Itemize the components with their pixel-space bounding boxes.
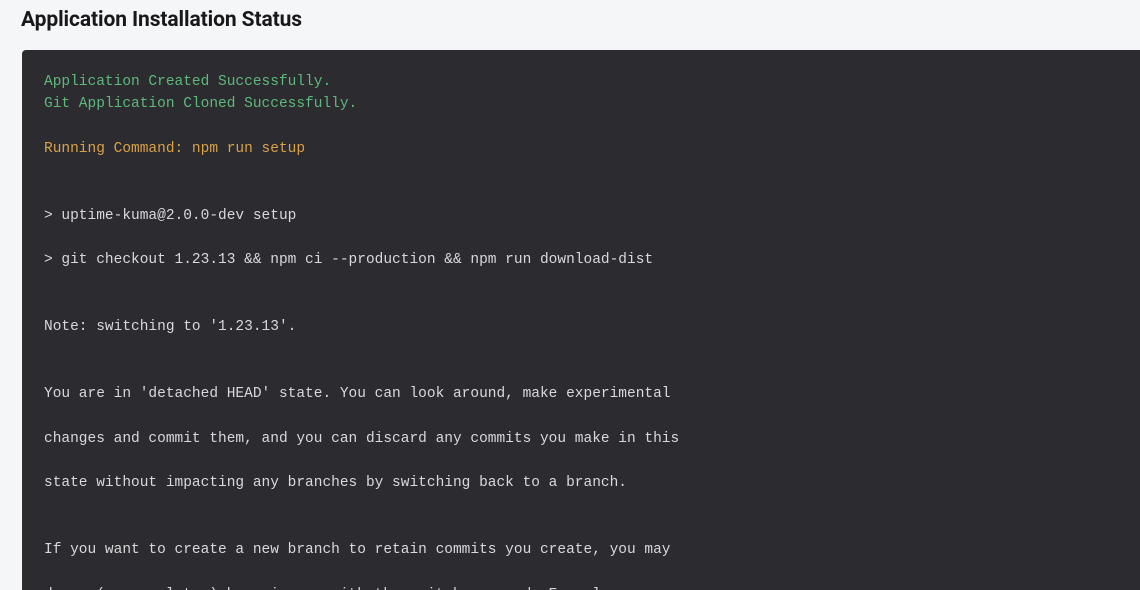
terminal-line: [44, 160, 1118, 182]
terminal-line: [44, 405, 1118, 427]
terminal-line: changes and commit them, and you can dis…: [44, 431, 679, 447]
terminal-line: Application Created Successfully.: [44, 74, 331, 90]
terminal-line: You are in 'detached HEAD' state. You ca…: [44, 386, 671, 402]
terminal-line: [44, 361, 1118, 383]
terminal-line: If you want to create a new branch to re…: [44, 542, 671, 558]
terminal-line: > git checkout 1.23.13 && npm ci --produ…: [44, 252, 653, 268]
terminal-line: > uptime-kuma@2.0.0-dev setup: [44, 208, 296, 224]
terminal-line: [44, 450, 1118, 472]
terminal-output[interactable]: Application Created Successfully. Git Ap…: [22, 50, 1140, 590]
terminal-line: [44, 562, 1118, 584]
terminal-line: Git Application Cloned Successfully.: [44, 96, 357, 112]
terminal-line: [44, 517, 1118, 539]
terminal-line: state without impacting any branches by …: [44, 475, 627, 491]
page-title: Application Installation Status: [0, 0, 1140, 50]
terminal-line: [44, 116, 1118, 138]
terminal-line: Note: switching to '1.23.13'.: [44, 319, 296, 335]
terminal-line: [44, 495, 1118, 517]
terminal-line: [44, 227, 1118, 249]
terminal-line: [44, 339, 1118, 361]
terminal-line: [44, 182, 1118, 204]
terminal-line: [44, 294, 1118, 316]
terminal-line: [44, 272, 1118, 294]
terminal-line: Running Command: npm run setup: [44, 141, 305, 157]
